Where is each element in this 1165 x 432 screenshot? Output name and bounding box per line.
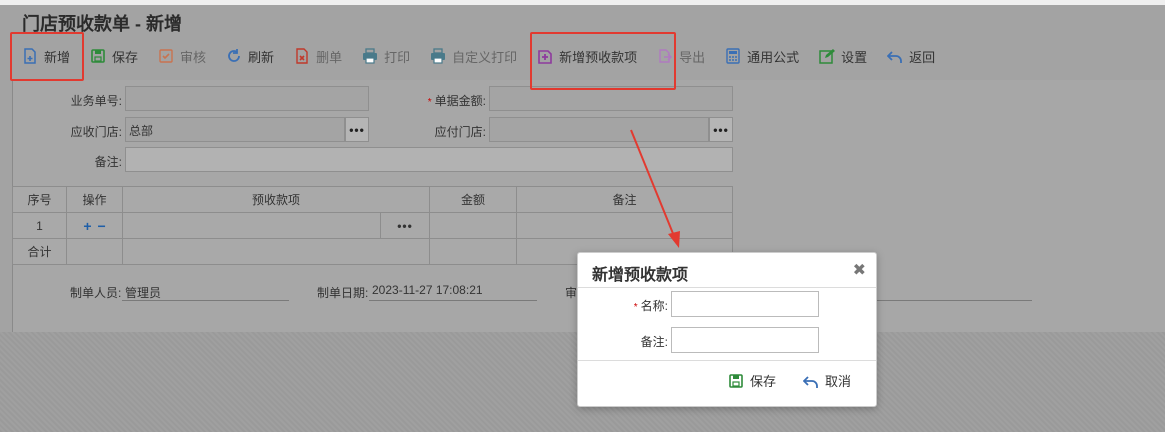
receivable-store-label: 应收门店:: [70, 125, 122, 139]
total-actions-cell: [66, 238, 123, 265]
save-icon: [729, 373, 743, 388]
business-no-label: 业务单号:: [70, 94, 122, 108]
business-no-field[interactable]: [125, 86, 369, 111]
highlight-new-button: [10, 32, 84, 81]
total-label: 合计: [12, 238, 67, 265]
refresh-icon: [226, 48, 242, 64]
save-button-label: 保存: [112, 49, 139, 65]
print-button-label: 打印: [384, 49, 411, 65]
col-actions-header: 操作: [66, 186, 123, 213]
print-button[interactable]: 打印: [352, 42, 420, 70]
custom-print-button-label: 自定义打印: [452, 49, 518, 65]
row-item-browse-button[interactable]: •••: [380, 212, 430, 239]
date-value: 2023-11-27 17:08:21: [372, 283, 483, 297]
date-label: 制单日期:: [317, 286, 369, 300]
col-remark-header: 备注: [516, 186, 733, 213]
table-header-row: 序号 操作 预收款项 金额 备注: [12, 186, 733, 213]
custom-print-icon: [430, 48, 446, 64]
date-underline: [369, 300, 537, 301]
col-index-header: 序号: [12, 186, 67, 213]
formula-button[interactable]: 通用公式: [715, 42, 809, 70]
dialog-header-divider: [578, 287, 876, 288]
receivable-store-field[interactable]: 总部: [125, 117, 345, 142]
back-button-label: 返回: [909, 49, 936, 65]
save-icon: [90, 48, 106, 64]
settings-edit-icon: [819, 48, 836, 64]
refresh-button-label: 刷新: [248, 49, 275, 65]
delete-doc-button[interactable]: 删单: [284, 42, 352, 70]
formula-button-label: 通用公式: [747, 49, 800, 65]
dialog-name-label: * 名称:: [598, 297, 668, 314]
maker-underline: [122, 300, 289, 301]
refresh-button[interactable]: 刷新: [216, 42, 284, 70]
back-icon: [887, 48, 903, 64]
settings-button[interactable]: 设置: [809, 42, 877, 70]
dialog-name-input[interactable]: [671, 291, 819, 317]
receivable-store-browse-button[interactable]: •••: [345, 117, 369, 142]
print-icon: [362, 48, 378, 64]
total-amount-cell: [429, 238, 517, 265]
export-button-label: 导出: [679, 49, 706, 65]
close-icon[interactable]: ✖: [853, 260, 866, 280]
dialog-cancel-button[interactable]: 取消: [803, 371, 851, 390]
auditor-underline: [877, 300, 1032, 301]
payable-store-field[interactable]: [489, 117, 709, 142]
dialog-save-button[interactable]: 保存: [728, 371, 776, 390]
remark-label: 备注:: [94, 155, 122, 169]
required-mark: *: [427, 97, 432, 108]
delete-doc-icon: [294, 48, 310, 64]
back-button[interactable]: 返回: [877, 42, 945, 70]
top-strip: [0, 0, 1165, 5]
custom-print-button[interactable]: 自定义打印: [420, 42, 527, 70]
settings-button-label: 设置: [841, 49, 868, 65]
col-item-header: 预收款项: [122, 186, 430, 213]
table-row: 1 + − •••: [12, 212, 733, 239]
back-icon: [803, 375, 818, 388]
maker-value: 管理员: [125, 286, 162, 300]
toolbar: 新增 保存 审核 刷新 删单 打印 自定义打印 新增预收款项 导出 通用公式 设…: [12, 40, 945, 72]
add-prepayment-item-dialog: 新增预收款项 ✖ * 名称: 备注: 保存 取消: [577, 252, 877, 407]
dialog-title: 新增预收款项: [592, 267, 689, 284]
delete-doc-button-label: 删单: [316, 49, 343, 65]
audit-button[interactable]: 审核: [148, 42, 216, 70]
remark-field[interactable]: [125, 147, 733, 172]
maker-label: 制单人员:: [70, 286, 122, 300]
dialog-footer-divider: [578, 360, 876, 361]
amount-label-text: 单据金额:: [434, 94, 486, 108]
dialog-save-label: 保存: [750, 374, 777, 389]
dialog-name-label-text: 名称:: [640, 299, 668, 313]
row-amount-cell[interactable]: [429, 212, 517, 239]
formula-icon: [725, 48, 741, 64]
auditor-label: 审: [565, 286, 578, 300]
dialog-remark-input[interactable]: [671, 327, 819, 353]
highlight-add-item-button: [530, 32, 676, 90]
row-actions: + −: [66, 212, 123, 239]
total-item-cell: [122, 238, 430, 265]
save-button[interactable]: 保存: [80, 42, 148, 70]
remove-row-icon[interactable]: −: [98, 218, 106, 234]
audit-icon: [158, 48, 174, 64]
payable-store-browse-button[interactable]: •••: [709, 117, 733, 142]
row-index: 1: [12, 212, 67, 239]
dialog-remark-label: 备注:: [640, 335, 668, 349]
required-mark: *: [633, 302, 638, 313]
payable-store-label: 应付门店:: [434, 125, 486, 139]
dialog-cancel-label: 取消: [825, 374, 852, 389]
add-row-icon[interactable]: +: [83, 218, 91, 234]
amount-label: * 单据金额:: [400, 92, 486, 109]
col-amount-header: 金额: [429, 186, 517, 213]
row-item-cell[interactable]: [122, 212, 381, 239]
audit-button-label: 审核: [180, 49, 207, 65]
row-remark-cell[interactable]: [516, 212, 733, 239]
